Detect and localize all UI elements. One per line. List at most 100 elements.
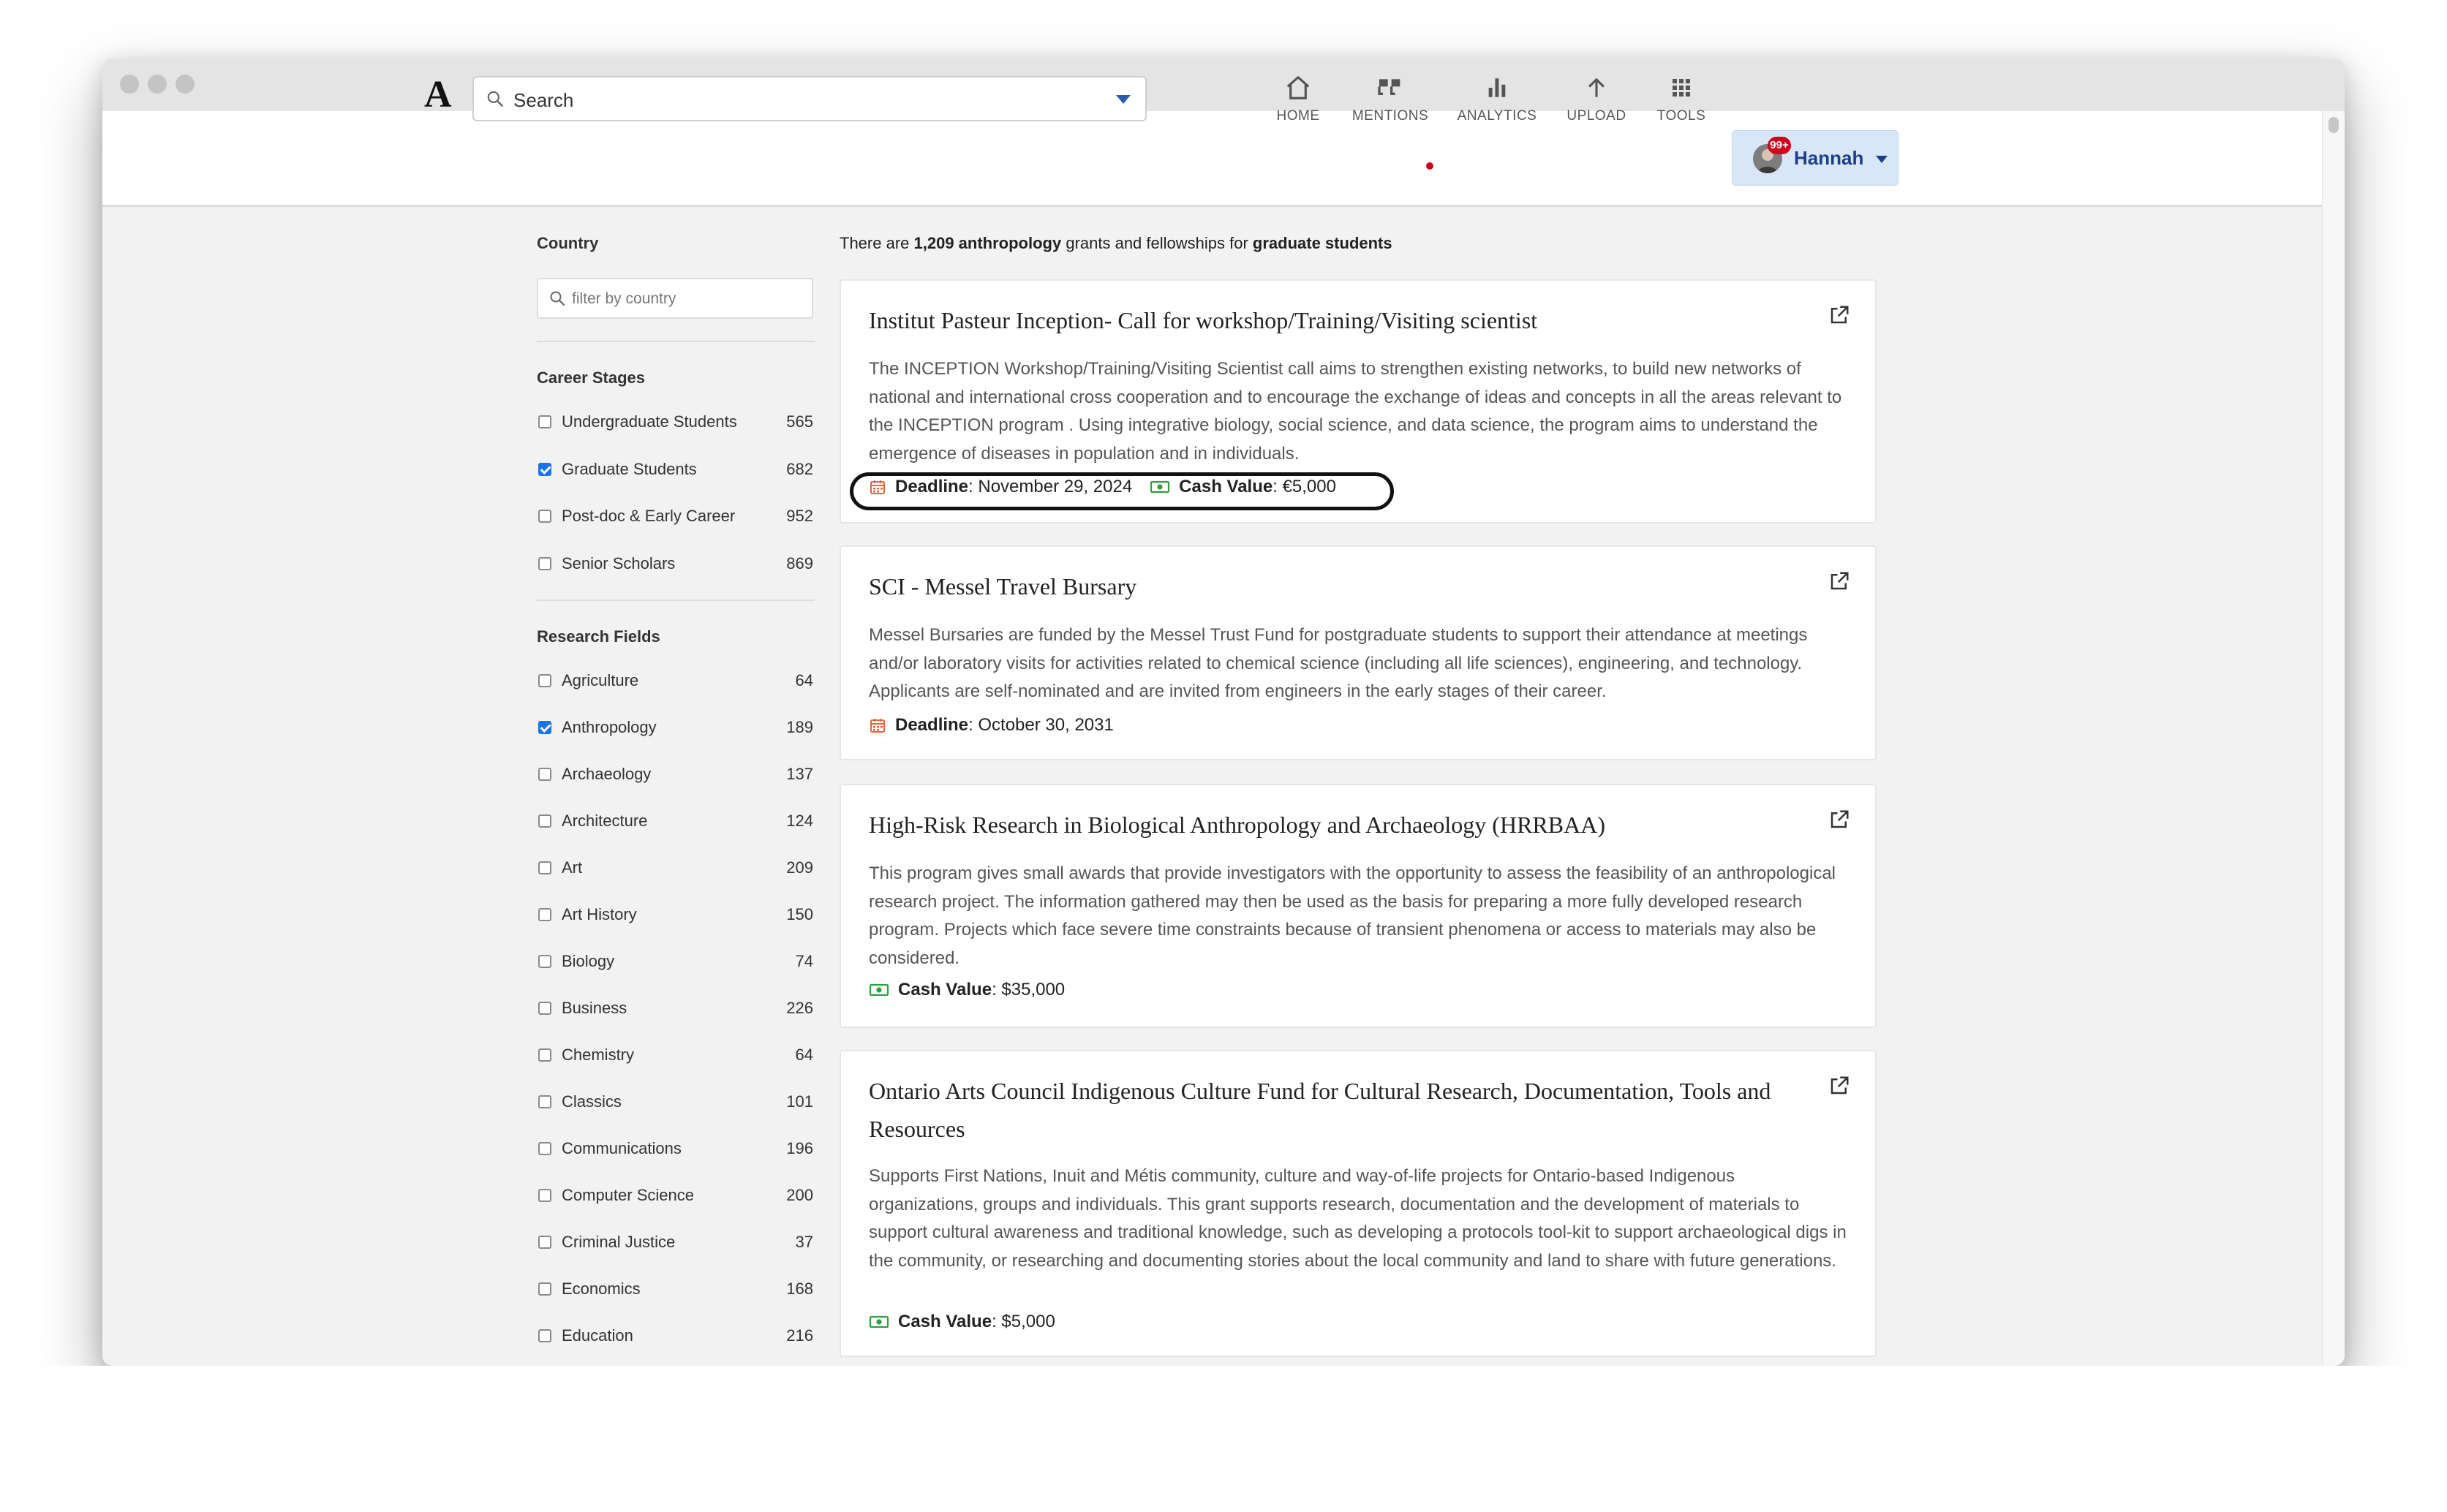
research-field-option[interactable]: Anthropology 189 xyxy=(537,714,813,743)
nav-analytics[interactable]: ANALYTICS xyxy=(1449,73,1545,124)
research-field-option[interactable]: Art History 150 xyxy=(537,901,813,930)
checkbox[interactable] xyxy=(538,674,551,687)
nav-upload[interactable]: UPLOAD xyxy=(1549,73,1644,124)
checkbox[interactable] xyxy=(538,556,551,570)
filter-label[interactable]: Post-doc & Early Career xyxy=(562,507,735,526)
checkbox[interactable] xyxy=(538,1095,551,1108)
checkbox[interactable] xyxy=(538,908,551,921)
cash-icon xyxy=(1150,480,1170,494)
checkbox[interactable] xyxy=(538,814,551,828)
checkbox[interactable] xyxy=(538,1142,551,1155)
minimize-window-dot[interactable] xyxy=(148,75,167,94)
cash-icon xyxy=(869,983,889,997)
nav-tools[interactable]: TOOLS xyxy=(1634,73,1729,124)
checkbox[interactable] xyxy=(538,1282,551,1296)
filter-count: 209 xyxy=(786,858,813,877)
filter-count: 101 xyxy=(786,1092,813,1111)
checkbox[interactable] xyxy=(538,1236,551,1249)
cash-label: Cash Value xyxy=(898,1312,992,1331)
country-filter-field[interactable] xyxy=(537,278,813,319)
checkbox[interactable] xyxy=(538,1002,551,1015)
research-field-option[interactable]: Classics 101 xyxy=(537,1088,813,1117)
filter-label[interactable]: Art History xyxy=(562,905,637,924)
research-field-option[interactable]: Archaeology 137 xyxy=(537,760,813,790)
filter-label[interactable]: Computer Science xyxy=(562,1186,694,1205)
grant-title[interactable]: Ontario Arts Council Indigenous Culture … xyxy=(869,1072,1812,1148)
filter-label[interactable]: Undergraduate Students xyxy=(562,412,737,431)
external-link-icon[interactable] xyxy=(1828,809,1850,831)
site-logo[interactable]: A xyxy=(424,76,452,114)
career-stage-option[interactable]: Undergraduate Students 565 xyxy=(537,408,813,437)
filter-label[interactable]: Art xyxy=(562,858,582,877)
filter-label[interactable]: Graduate Students xyxy=(562,460,697,479)
research-field-option[interactable]: Communications 196 xyxy=(537,1135,813,1164)
checkbox[interactable] xyxy=(538,1048,551,1062)
country-filter-input[interactable] xyxy=(570,287,807,311)
career-stage-option[interactable]: Senior Scholars 869 xyxy=(537,550,813,579)
filter-label[interactable]: Classics xyxy=(562,1092,622,1111)
filter-count: 216 xyxy=(786,1326,813,1345)
search-dropdown-caret-icon[interactable] xyxy=(1116,95,1131,104)
checkbox[interactable] xyxy=(538,1189,551,1202)
research-field-option[interactable]: Art 209 xyxy=(537,854,813,883)
user-menu-button[interactable]: 99+ Hannah xyxy=(1732,130,1899,186)
filter-count: 565 xyxy=(786,412,813,431)
filter-label[interactable]: Business xyxy=(562,999,627,1018)
research-field-option[interactable]: Chemistry 64 xyxy=(537,1041,813,1070)
career-stage-option[interactable]: Graduate Students 682 xyxy=(537,456,813,485)
cash-value: : $5,000 xyxy=(992,1312,1055,1331)
research-field-option[interactable]: Business 226 xyxy=(537,994,813,1024)
research-field-option[interactable]: Architecture 124 xyxy=(537,807,813,836)
research-field-option[interactable]: Agriculture 64 xyxy=(537,667,813,696)
external-link-icon[interactable] xyxy=(1828,570,1850,592)
cash-value: : $35,000 xyxy=(992,980,1066,999)
nav-mentions[interactable]: MENTIONS xyxy=(1343,73,1438,124)
research-field-option[interactable]: Biology 74 xyxy=(537,948,813,977)
checkbox[interactable] xyxy=(538,1329,551,1342)
grant-card[interactable]: Ontario Arts Council Indigenous Culture … xyxy=(840,1050,1877,1357)
grant-description: Supports First Nations, Inuit and Métis … xyxy=(869,1166,1847,1271)
checkbox[interactable] xyxy=(538,510,551,523)
filter-label[interactable]: Senior Scholars xyxy=(562,554,675,573)
close-window-dot[interactable] xyxy=(120,75,139,94)
filter-label[interactable]: Architecture xyxy=(562,812,647,831)
filter-label[interactable]: Education xyxy=(562,1326,633,1345)
grant-card[interactable]: SCI - Messel Travel Bursary Messel Bursa… xyxy=(840,545,1877,760)
nav-home[interactable]: HOME xyxy=(1251,73,1346,124)
career-stage-option[interactable]: Post-doc & Early Career 952 xyxy=(537,502,813,532)
research-field-option[interactable]: Economics 168 xyxy=(537,1275,813,1304)
external-link-icon[interactable] xyxy=(1828,1075,1850,1097)
research-field-option[interactable]: Criminal Justice 37 xyxy=(537,1228,813,1258)
checkbox[interactable] xyxy=(538,955,551,968)
filter-label[interactable]: Communications xyxy=(562,1139,682,1158)
scrollbar-thumb[interactable] xyxy=(2329,117,2339,133)
page-scrollbar[interactable] xyxy=(2322,111,2345,1366)
external-link-icon[interactable] xyxy=(1828,304,1850,326)
checkbox-checked[interactable] xyxy=(538,721,551,734)
research-field-option[interactable]: Education 216 xyxy=(537,1322,813,1351)
checkbox[interactable] xyxy=(538,415,551,428)
filter-label[interactable]: Criminal Justice xyxy=(562,1233,675,1252)
filter-label[interactable]: Agriculture xyxy=(562,671,638,690)
grant-card[interactable]: High-Risk Research in Biological Anthrop… xyxy=(840,784,1877,1028)
search-placeholder[interactable]: Search xyxy=(513,89,573,112)
filter-label[interactable]: Chemistry xyxy=(562,1046,634,1065)
filter-label[interactable]: Anthropology xyxy=(562,718,657,737)
summary-count: 1,209 anthropology xyxy=(913,234,1062,252)
maximize-window-dot[interactable] xyxy=(176,75,195,94)
calendar-icon xyxy=(870,719,885,733)
research-field-option[interactable]: Computer Science 200 xyxy=(537,1182,813,1211)
checkbox[interactable] xyxy=(538,768,551,781)
filter-count: 168 xyxy=(786,1279,813,1298)
filter-label[interactable]: Biology xyxy=(562,952,614,971)
search-bar[interactable]: Search xyxy=(472,76,1147,121)
grant-title[interactable]: High-Risk Research in Biological Anthrop… xyxy=(869,806,1812,844)
grant-title[interactable]: Institut Pasteur Inception- Call for wor… xyxy=(869,301,1812,339)
filter-label[interactable]: Archaeology xyxy=(562,765,651,784)
grant-card[interactable]: Institut Pasteur Inception- Call for wor… xyxy=(840,279,1877,523)
career-stages-heading: Career Stages xyxy=(537,368,645,387)
filter-label[interactable]: Economics xyxy=(562,1279,641,1299)
grant-title[interactable]: SCI - Messel Travel Bursary xyxy=(869,567,1812,605)
checkbox[interactable] xyxy=(538,861,551,874)
checkbox-checked[interactable] xyxy=(538,462,551,476)
